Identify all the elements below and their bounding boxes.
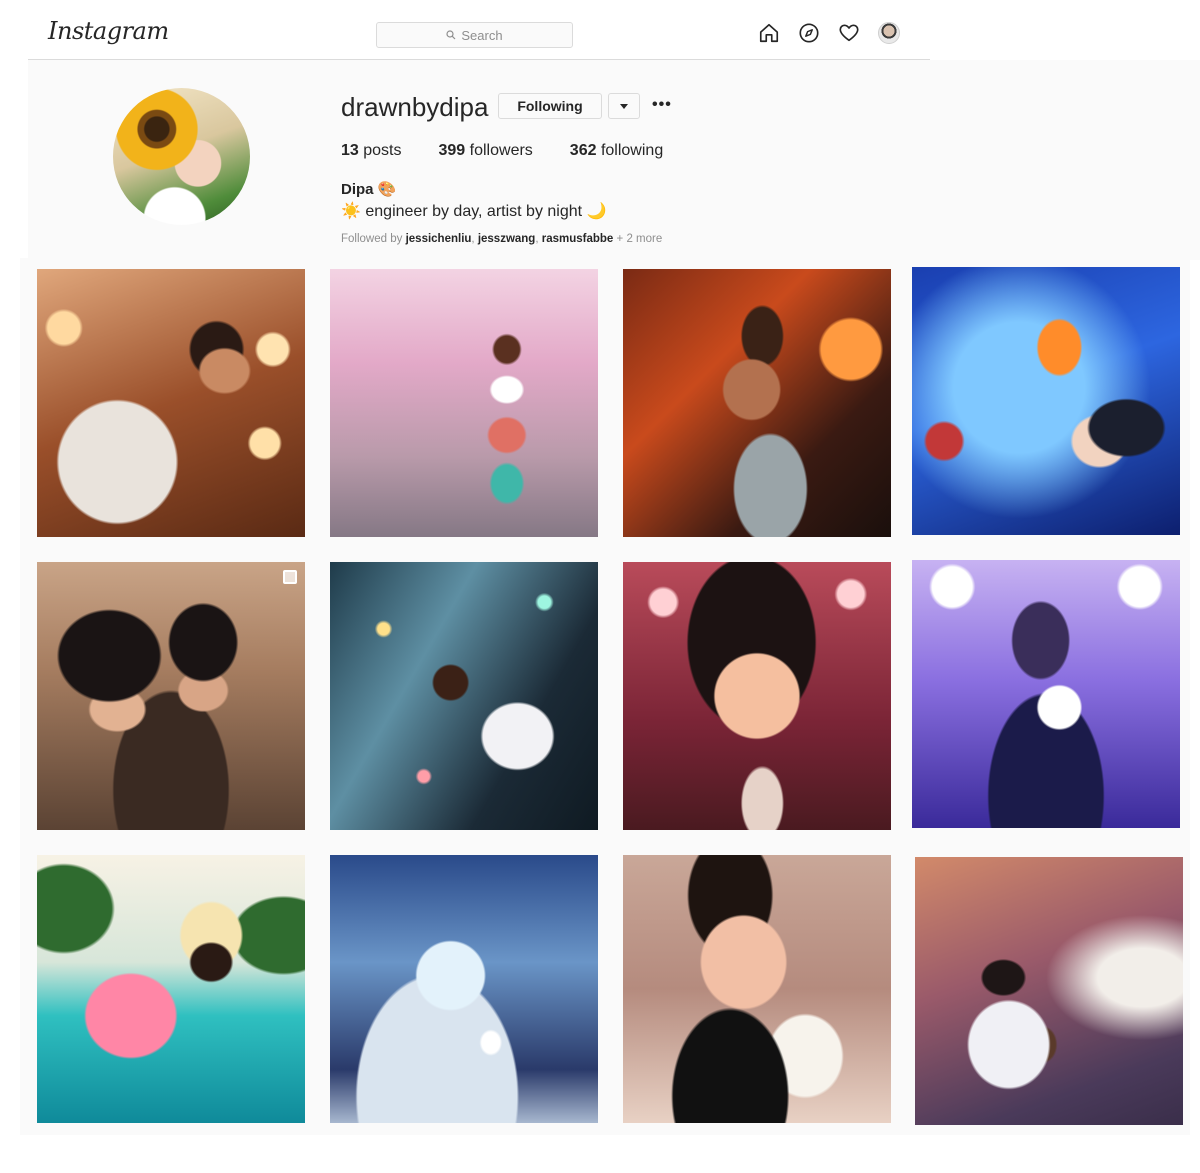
multiple-posts-icon [283, 570, 297, 584]
posts-label: posts [363, 142, 402, 159]
post-thumbnail[interactable] [330, 562, 598, 830]
profile-avatar[interactable] [878, 22, 900, 44]
followed-by-user[interactable]: jesszwang [478, 233, 536, 245]
profile-username: drawnbydipa [341, 92, 489, 122]
home-icon[interactable] [758, 22, 780, 44]
activity-heart-icon[interactable] [838, 22, 860, 44]
post-thumbnail[interactable] [623, 562, 891, 830]
post-thumbnail[interactable] [912, 267, 1180, 535]
search-input[interactable]: Search [376, 22, 573, 48]
nav-icon-group [758, 22, 900, 44]
instagram-logo[interactable]: Instagram [48, 17, 169, 45]
post-thumbnail[interactable] [37, 855, 305, 1123]
followed-by-user[interactable]: rasmusfabbe [542, 233, 614, 245]
profile-header: drawnbydipa Following ••• 13 posts 399 f… [28, 60, 1200, 260]
following-count: 362 [569, 142, 597, 159]
profile-stats: 13 posts 399 followers 362 following [341, 142, 700, 160]
following-stat[interactable]: 362 following [570, 142, 663, 160]
posts-stat: 13 posts [341, 142, 402, 160]
profile-bio: ☀️ engineer by day, artist by night 🌙 [341, 203, 607, 220]
post-thumbnail[interactable] [623, 269, 891, 537]
explore-compass-icon[interactable] [798, 22, 820, 44]
followed-by-user[interactable]: jessichenliu [406, 233, 472, 245]
profile-full-name: Dipa 🎨 [341, 181, 397, 198]
post-thumbnail[interactable] [912, 560, 1180, 828]
post-thumbnail[interactable] [330, 269, 598, 537]
followed-by-prefix: Followed by [341, 233, 403, 245]
post-thumbnail[interactable] [37, 269, 305, 537]
search-placeholder: Search [461, 27, 503, 43]
post-thumbnail[interactable] [330, 855, 598, 1123]
followed-by-more[interactable]: + 2 more [617, 233, 663, 245]
post-thumbnail[interactable] [623, 855, 891, 1123]
followers-label: followers [469, 142, 533, 159]
post-thumbnail[interactable] [37, 562, 305, 830]
search-icon [446, 30, 456, 40]
following-label: following [600, 142, 664, 159]
chevron-down-icon [620, 103, 628, 109]
suggestions-dropdown-button[interactable] [608, 93, 640, 119]
top-navigation-bar: Instagram Search [28, 0, 930, 60]
followed-by[interactable]: Followed by jessichenliu, jesszwang, ras… [341, 233, 662, 245]
avatar [878, 22, 900, 44]
following-button[interactable]: Following [498, 93, 602, 119]
post-thumbnail[interactable] [915, 857, 1183, 1125]
posts-count: 13 [341, 142, 359, 159]
profile-picture[interactable] [113, 88, 250, 225]
followers-count: 399 [438, 142, 466, 159]
followers-stat[interactable]: 399 followers [439, 142, 533, 160]
more-options-icon[interactable]: ••• [652, 96, 674, 116]
